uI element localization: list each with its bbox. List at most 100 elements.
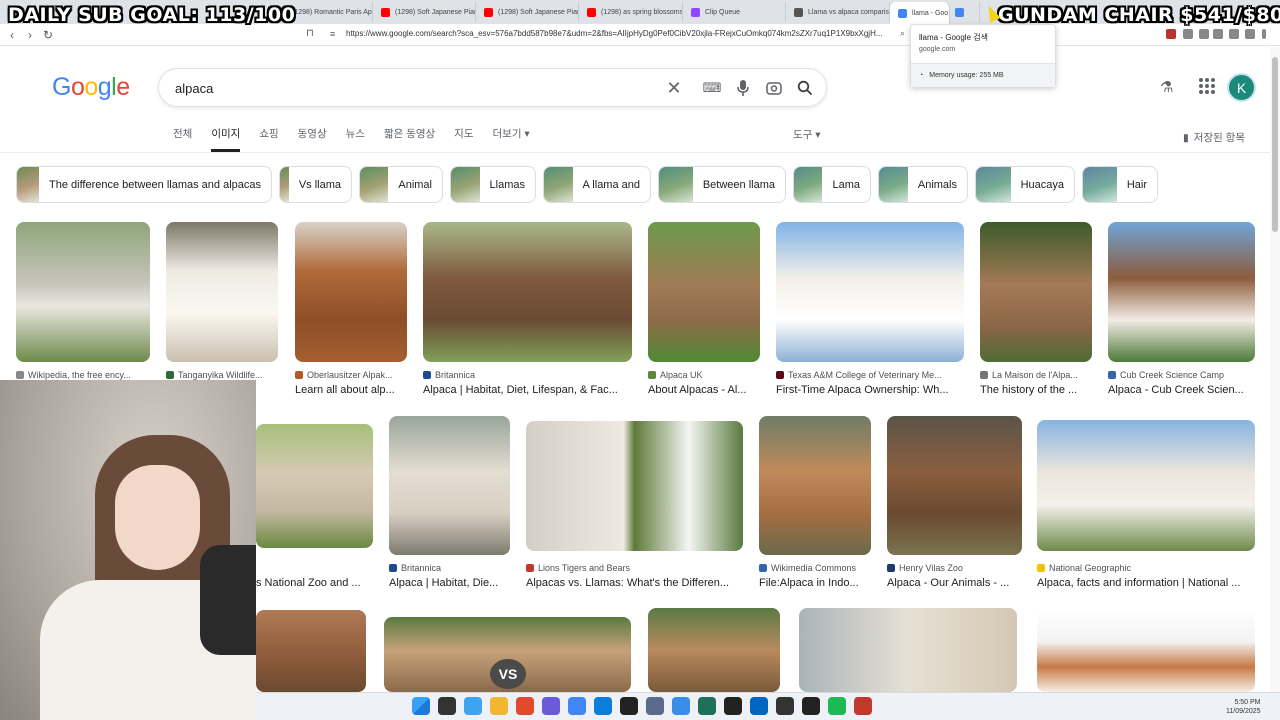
- photos-icon[interactable]: [672, 697, 690, 715]
- url-field[interactable]: https://www.google.com/search?sca_esv=57…: [346, 29, 886, 38]
- related-search-chip[interactable]: A llama and: [543, 166, 651, 203]
- bookmark-icon[interactable]: ⊓: [306, 28, 314, 39]
- browser-tab[interactable]: [950, 2, 980, 22]
- result-caption[interactable]: First-Time Alpaca Ownership: Wh...: [776, 384, 964, 396]
- browser-tab[interactable]: Llama vs alpaca comparison: [786, 2, 890, 22]
- image-result[interactable]: VS: [384, 617, 631, 692]
- result-source[interactable]: La Maison de l'Alpa...: [980, 370, 1092, 380]
- result-caption[interactable]: File:Alpaca in Indo...: [759, 577, 871, 589]
- result-caption[interactable]: The history of the ...: [980, 384, 1092, 396]
- result-caption[interactable]: s National Zoo and ...: [256, 577, 373, 589]
- file-explorer-icon[interactable]: [490, 697, 508, 715]
- image-result[interactable]: [887, 416, 1022, 555]
- image-result[interactable]: [776, 222, 964, 362]
- browser-tab[interactable]: llama - Goo...: [890, 2, 950, 24]
- app-icon[interactable]: [724, 697, 742, 715]
- image-result[interactable]: [759, 416, 871, 555]
- result-caption[interactable]: About Alpacas - Al...: [648, 384, 760, 396]
- mic-icon[interactable]: [733, 78, 753, 98]
- avatar[interactable]: K: [1227, 73, 1256, 102]
- image-result[interactable]: [16, 222, 150, 362]
- extension-icon[interactable]: [1183, 29, 1193, 39]
- puzzle-icon[interactable]: [1199, 29, 1209, 39]
- result-source[interactable]: National Geographic: [1037, 563, 1255, 573]
- google-logo[interactable]: Google: [52, 73, 130, 102]
- related-search-chip[interactable]: Between llama: [658, 166, 786, 203]
- saved-items-button[interactable]: ▮ 저장된 항목: [1183, 130, 1245, 145]
- related-search-chip[interactable]: Lama: [793, 166, 871, 203]
- copilot-icon[interactable]: [464, 697, 482, 715]
- media-icon[interactable]: [802, 697, 820, 715]
- reload-icon[interactable]: ↻: [39, 26, 57, 44]
- extension-icon[interactable]: [1166, 29, 1176, 39]
- result-source[interactable]: Britannica: [389, 563, 510, 573]
- obs-icon[interactable]: [620, 697, 638, 715]
- image-result[interactable]: [648, 608, 780, 692]
- result-source[interactable]: Alpaca UK: [648, 370, 760, 380]
- search-box[interactable]: alpaca ✕ ⌨: [158, 68, 827, 107]
- result-source[interactable]: Tanganyika Wildlife...: [166, 370, 278, 380]
- taskbar-clock[interactable]: 5:50 PM 11/09/2025: [1226, 698, 1261, 716]
- tab-5[interactable]: 짧은 동영상: [384, 126, 435, 152]
- vpn-icon[interactable]: [646, 697, 664, 715]
- tab-4[interactable]: 뉴스: [346, 126, 365, 152]
- result-caption[interactable]: Alpaca - Cub Creek Scien...: [1108, 384, 1255, 396]
- keyboard-icon[interactable]: ⌨: [702, 78, 722, 98]
- result-source[interactable]: Oberlausitzer Alpak...: [295, 370, 407, 380]
- media-icon[interactable]: [1229, 29, 1239, 39]
- browser-tab[interactable]: (1298) as spring blossoms: [579, 2, 683, 22]
- browser-tab[interactable]: (1298) Soft Japanese Piano: [476, 2, 579, 22]
- scrollbar-thumb[interactable]: [1272, 57, 1278, 232]
- image-result[interactable]: [648, 222, 760, 362]
- image-result[interactable]: [799, 608, 1017, 692]
- image-result[interactable]: [980, 222, 1092, 362]
- tab-0[interactable]: 전체: [173, 126, 192, 152]
- forward-icon[interactable]: ›: [21, 26, 39, 44]
- result-source[interactable]: Cub Creek Science Camp: [1108, 370, 1255, 380]
- sidebar-icon[interactable]: [1245, 29, 1255, 39]
- image-result[interactable]: [389, 416, 510, 555]
- related-search-chip[interactable]: Vs llama: [279, 166, 352, 203]
- app-icon[interactable]: [854, 697, 872, 715]
- result-source[interactable]: Britannica: [423, 370, 632, 380]
- result-caption[interactable]: Alpaca, facts and information | National…: [1037, 577, 1255, 589]
- image-result[interactable]: [256, 424, 373, 548]
- lens-icon[interactable]: [764, 78, 784, 98]
- image-result[interactable]: [166, 222, 278, 362]
- search-input[interactable]: alpaca: [175, 81, 213, 96]
- related-search-chip[interactable]: Hair: [1082, 166, 1158, 203]
- tab-6[interactable]: 지도: [454, 126, 473, 152]
- related-search-chip[interactable]: Huacaya: [975, 166, 1075, 203]
- result-caption[interactable]: Alpaca - Our Animals - ...: [887, 577, 1022, 589]
- word-icon[interactable]: [750, 697, 768, 715]
- result-source[interactable]: Wikimedia Commons: [759, 563, 871, 573]
- tab-7[interactable]: 더보기 ▾: [493, 126, 530, 152]
- chrome-icon[interactable]: [568, 697, 586, 715]
- tools-button[interactable]: 도구 ▾: [793, 127, 821, 142]
- browser-tab[interactable]: (1298) Soft Japanese Piano: [373, 2, 476, 22]
- labs-flask-icon[interactable]: ⚗: [1160, 78, 1173, 96]
- spotify-icon[interactable]: [828, 697, 846, 715]
- result-caption[interactable]: Learn all about alp...: [295, 384, 407, 396]
- related-search-chip[interactable]: Animals: [878, 166, 968, 203]
- discord-icon[interactable]: [542, 697, 560, 715]
- result-source[interactable]: Henry Vilas Zoo: [887, 563, 1022, 573]
- edge-icon[interactable]: [594, 697, 612, 715]
- brave-icon[interactable]: [516, 697, 534, 715]
- browser-tab[interactable]: Clip Queue: [683, 2, 786, 22]
- zoom-icon[interactable]: ⌕: [900, 28, 905, 39]
- result-source[interactable]: Lions Tigers and Bears: [526, 563, 743, 573]
- result-caption[interactable]: Alpacas vs. Llamas: What's the Differen.…: [526, 577, 743, 589]
- apps-grid-icon[interactable]: [1199, 78, 1215, 94]
- tab-3[interactable]: 동영상: [298, 126, 327, 152]
- menu-icon[interactable]: [1262, 29, 1266, 39]
- site-info-icon[interactable]: ≡: [330, 29, 335, 39]
- image-result[interactable]: [295, 222, 407, 362]
- tab-2[interactable]: 쇼핑: [259, 126, 278, 152]
- image-result[interactable]: [1108, 222, 1255, 362]
- cmd-icon[interactable]: [776, 697, 794, 715]
- related-search-chip[interactable]: Animal: [359, 166, 443, 203]
- terminal-icon[interactable]: [698, 697, 716, 715]
- image-result[interactable]: [1037, 420, 1255, 551]
- tab-1[interactable]: 이미지: [211, 126, 241, 152]
